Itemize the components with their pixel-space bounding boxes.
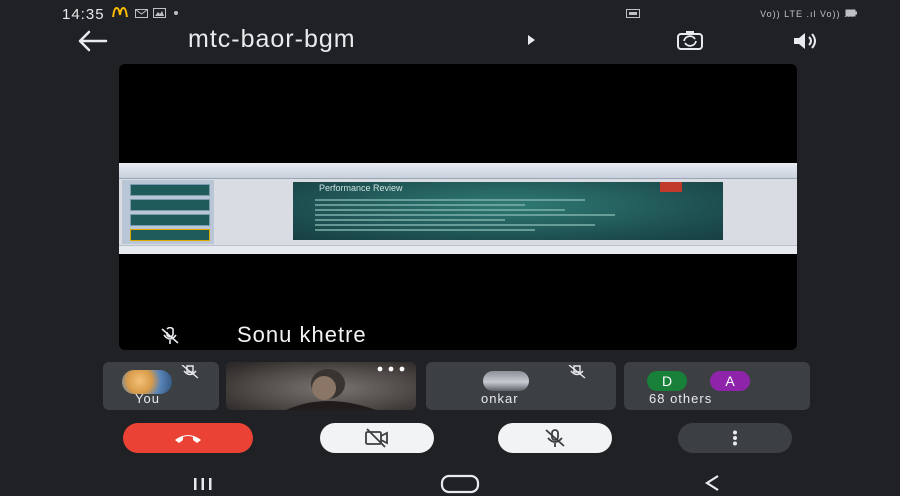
slide-thumbnail [130,229,210,241]
shared-screen: Performance Review [119,163,797,254]
presentation-ribbon [119,163,797,179]
more-vert-icon [733,430,737,446]
camera-off-icon [365,428,388,448]
slide-accent [660,182,682,192]
switch-camera-button[interactable] [676,30,704,52]
slide-text-line [315,199,585,201]
slide-thumbnail [130,199,210,211]
slide-text-line [315,214,615,216]
arrow-left-icon [78,30,108,52]
slide-text-line [315,219,505,221]
mic-off-icon [545,429,565,447]
battery-icon [845,9,857,17]
back-button[interactable] [76,28,110,54]
end-call-button[interactable] [123,423,253,453]
avatar: A [710,371,750,391]
avatar [483,371,529,391]
slide-thumbnails [122,180,214,244]
participant-label: 68 others [649,391,713,406]
back-nav-icon[interactable] [703,474,721,492]
avatar: D [647,371,687,391]
notification-dot-icon [174,11,178,15]
participant-label: You [135,391,160,406]
main-video-tile[interactable]: Performance Review Sonu khetre [119,64,797,350]
slide-thumbnail [130,184,210,196]
status-bar: 14:35 Vo)) LTE .ıl Vo)) .ıl [0,0,900,26]
participant-tile-camera[interactable] [226,362,416,410]
mic-off-icon [568,365,586,379]
mic-off-icon [181,365,199,379]
slide-text-line [315,209,565,211]
cast-icon [626,9,640,18]
participant-tile-onkar[interactable]: onkar [426,362,616,410]
mcdonalds-icon [112,7,128,17]
home-icon[interactable] [440,474,480,494]
meeting-title[interactable]: mtc-baor-bgm [188,25,356,54]
slide-text-line [315,224,595,226]
presentation-status-bar [119,245,797,254]
more-horiz-icon[interactable] [376,366,406,372]
switch-camera-icon [677,31,703,50]
mic-toggle-button[interactable] [498,423,612,453]
gallery-icon [153,8,166,18]
slide-text-line [315,204,525,206]
title-chevron-icon[interactable] [528,35,535,45]
speaker-button[interactable] [790,30,824,52]
speaker-icon [794,33,816,49]
participant-tile-you[interactable]: You [103,362,219,410]
presentation-slide: Performance Review [293,182,723,240]
phone-hangup-icon [175,435,201,443]
more-options-button[interactable] [678,423,792,453]
slide-title: Performance Review [319,183,403,193]
mic-off-icon [161,327,179,344]
mail-icon [135,9,148,18]
recents-icon[interactable] [192,477,214,491]
slide-text-line [315,229,535,231]
camera-toggle-button[interactable] [320,423,434,453]
participant-label: onkar [481,391,519,406]
active-speaker-name: Sonu khetre [237,322,367,347]
slide-thumbnail [130,214,210,226]
status-time: 14:35 [62,6,105,23]
participant-tile-others[interactable]: D A 68 others [624,362,810,410]
signal-indicators: Vo)) LTE .ıl Vo)) .ıl [760,9,854,19]
